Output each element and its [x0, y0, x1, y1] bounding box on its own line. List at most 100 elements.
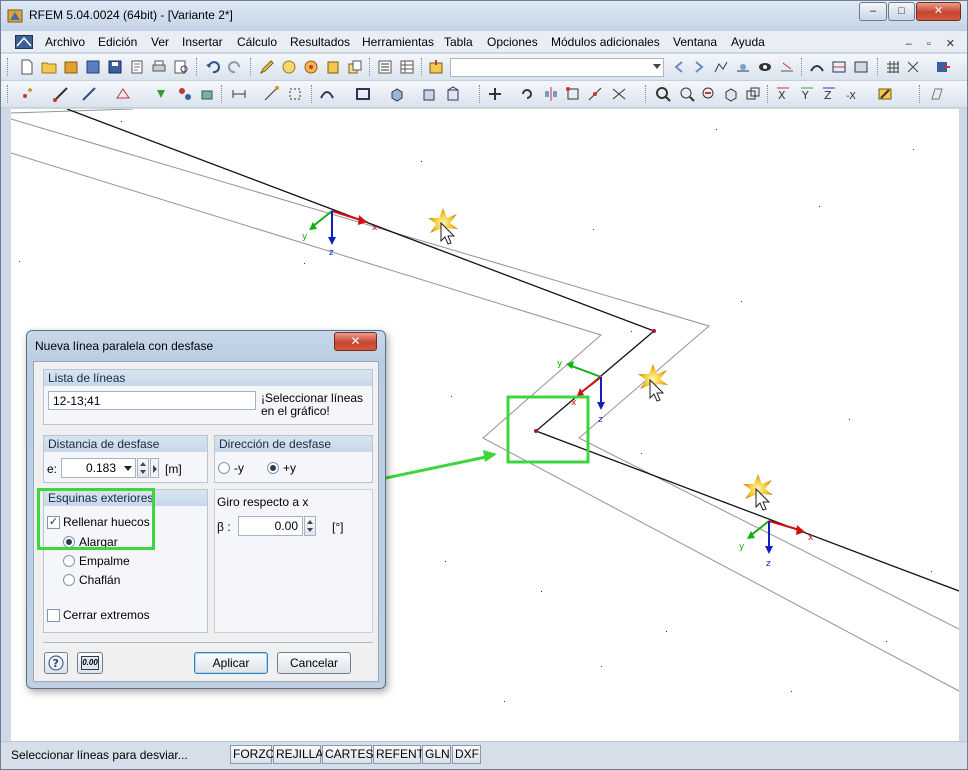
menu-modulos-adicionales[interactable]: Módulos adicionales: [551, 35, 660, 49]
direction-neg-y-radio[interactable]: [218, 462, 230, 474]
menu-ventana[interactable]: Ventana: [673, 35, 717, 49]
select-icon[interactable]: [281, 59, 297, 75]
view-neg-x-icon[interactable]: -X: [845, 86, 861, 102]
print-icon[interactable]: [151, 59, 167, 75]
rotate-view-icon[interactable]: [905, 59, 921, 75]
menu-ayuda[interactable]: Ayuda: [731, 35, 765, 49]
menu-opciones[interactable]: Opciones: [487, 35, 538, 49]
corner-fillet-radio[interactable]: [63, 555, 75, 567]
cancel-button[interactable]: Cancelar: [277, 652, 351, 674]
pencil-icon[interactable]: [259, 59, 275, 75]
load-case-combo[interactable]: [450, 58, 664, 77]
new-file-icon[interactable]: [19, 59, 35, 75]
render-icon[interactable]: [445, 86, 461, 102]
close-button[interactable]: ✕: [916, 2, 961, 21]
toolbar-grip[interactable]: [7, 85, 10, 103]
offset-distance-stepper[interactable]: [137, 458, 149, 478]
export-icon[interactable]: [935, 59, 951, 75]
close-ends-checkbox[interactable]: [47, 609, 60, 622]
rotation-input[interactable]: 0.00: [238, 516, 303, 536]
open-folder-icon[interactable]: [41, 59, 57, 75]
box-icon[interactable]: [421, 86, 437, 102]
dimension-icon[interactable]: [231, 86, 247, 102]
status-refent-button[interactable]: REFENT: [373, 745, 424, 764]
table-icon[interactable]: [399, 59, 415, 75]
menu-herramientas[interactable]: Herramientas: [362, 35, 434, 49]
open-model-icon[interactable]: [63, 59, 79, 75]
mirror-icon[interactable]: [543, 86, 559, 102]
status-gln-button[interactable]: GLN: [422, 745, 451, 764]
view-shift-icon[interactable]: [745, 86, 761, 102]
target-icon[interactable]: [303, 59, 319, 75]
wireframe-icon[interactable]: [929, 86, 945, 102]
move-icon[interactable]: [487, 86, 503, 102]
rotation-stepper[interactable]: [304, 516, 316, 536]
result-values-icon[interactable]: [735, 59, 751, 75]
chevron-down-icon[interactable]: [124, 466, 132, 471]
print-preview-icon[interactable]: [173, 59, 189, 75]
corner-chamfer-radio[interactable]: [63, 574, 75, 586]
list-icon[interactable]: [377, 59, 393, 75]
status-rejilla-button[interactable]: REJILLA: [273, 745, 323, 764]
new-member-icon[interactable]: [81, 86, 97, 102]
clipboard-icon[interactable]: [325, 59, 341, 75]
hinges-icon[interactable]: [177, 86, 193, 102]
view-x-icon[interactable]: X: [775, 86, 791, 102]
view-y-icon[interactable]: Y: [799, 86, 815, 102]
redo-icon[interactable]: [227, 59, 243, 75]
menu-edicion[interactable]: Edición: [98, 35, 137, 49]
help-button[interactable]: ?: [44, 652, 68, 674]
next-icon[interactable]: [691, 59, 707, 75]
units-button[interactable]: 0.00: [77, 652, 103, 674]
zoom-window-icon[interactable]: [679, 86, 695, 102]
undo-icon[interactable]: [205, 59, 221, 75]
minimize-button[interactable]: –: [859, 2, 887, 21]
divide-line-icon[interactable]: [587, 86, 603, 102]
status-forzc-button[interactable]: FORZC: [230, 745, 274, 764]
mdi-window-buttons[interactable]: – ▫ ✕: [906, 37, 961, 50]
project-icon[interactable]: [85, 59, 101, 75]
deformation-icon[interactable]: [809, 59, 825, 75]
offset-pick-button[interactable]: [150, 458, 159, 478]
view-results-icon[interactable]: [757, 59, 773, 75]
apply-button[interactable]: Aplicar: [194, 652, 268, 674]
menu-calculo[interactable]: Cálculo: [237, 35, 277, 49]
lines-list-input[interactable]: 12-13;41: [48, 391, 256, 410]
view-z-icon[interactable]: Z: [821, 86, 837, 102]
status-dxf-button[interactable]: DXF: [452, 745, 481, 764]
arc-icon[interactable]: [319, 86, 335, 102]
print-report-icon[interactable]: [129, 59, 145, 75]
nodal-support-icon[interactable]: [153, 86, 169, 102]
status-cartes-button[interactable]: CARTES: [322, 745, 373, 764]
toolbar-grip[interactable]: [7, 58, 10, 76]
menu-insertar[interactable]: Insertar: [182, 35, 223, 49]
rotate-icon[interactable]: [519, 86, 535, 102]
frame-icon[interactable]: [355, 86, 371, 102]
offset-distance-input[interactable]: 0.183: [61, 458, 136, 478]
new-line-icon[interactable]: [53, 86, 69, 102]
guideline-icon[interactable]: [263, 86, 279, 102]
solid-icon[interactable]: [199, 86, 215, 102]
merge-icon[interactable]: [611, 86, 627, 102]
project-nodes-icon[interactable]: [565, 86, 581, 102]
display-properties-icon[interactable]: [877, 86, 893, 102]
dialog-close-button[interactable]: ✕: [334, 332, 377, 351]
zoom-out-icon[interactable]: [701, 86, 717, 102]
new-node-icon[interactable]: [19, 86, 35, 102]
menu-archivo[interactable]: Archivo: [45, 35, 85, 49]
panel-icon[interactable]: [853, 59, 869, 75]
result-filter-icon[interactable]: [779, 59, 795, 75]
show-results-icon[interactable]: [713, 59, 729, 75]
zoom-all-icon[interactable]: [655, 86, 671, 102]
maximize-button[interactable]: □: [888, 2, 915, 21]
menu-resultados[interactable]: Resultados: [290, 35, 350, 49]
save-icon[interactable]: [107, 59, 123, 75]
direction-pos-y-radio[interactable]: [267, 462, 279, 474]
view-3d-icon[interactable]: [389, 86, 405, 102]
new-surface-icon[interactable]: [115, 86, 131, 102]
iso-view-icon[interactable]: [723, 86, 739, 102]
menu-ver[interactable]: Ver: [151, 35, 169, 49]
snap-grid-icon[interactable]: [287, 86, 303, 102]
load-case-icon[interactable]: [428, 59, 444, 75]
copy-icon[interactable]: [347, 59, 363, 75]
